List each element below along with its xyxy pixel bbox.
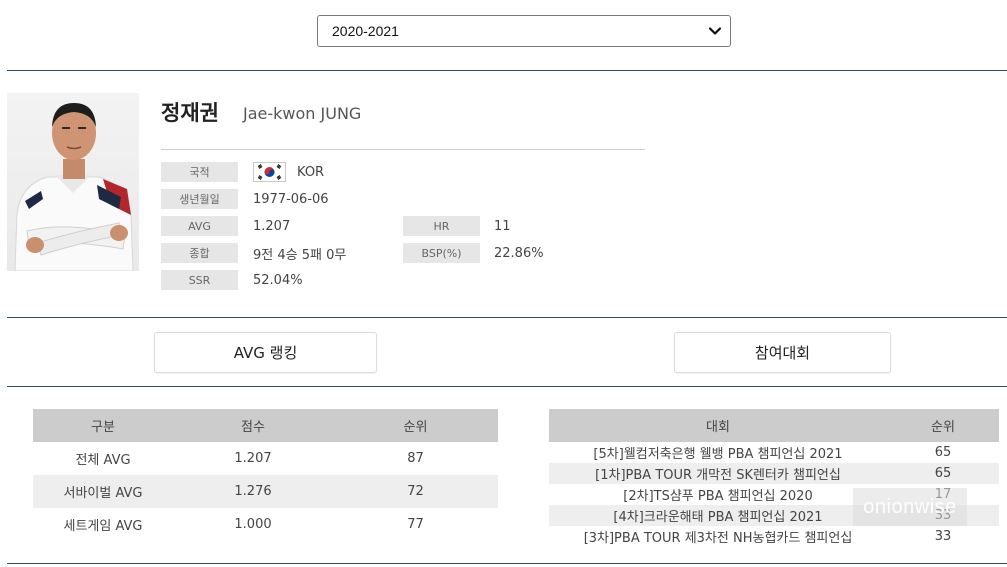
- avg-label: AVG: [161, 216, 238, 236]
- row-category: 전체 AVG: [75, 453, 131, 468]
- tournament-rank: 65: [934, 445, 952, 460]
- avg-value: 1.207: [253, 218, 291, 234]
- tournament-name: [5차]웰컴저축은행 웰뱅 PBA 챔피언십 2021: [593, 447, 843, 462]
- row-rank: 72: [407, 484, 424, 499]
- hr-label: HR: [403, 216, 480, 236]
- player-name-korean: 정재권: [161, 101, 219, 125]
- birth-label: 생년월일: [161, 189, 238, 209]
- table-row[interactable]: [3차]PBA TOUR 제3차전 NH농협카드 챔피언십 33: [549, 526, 999, 547]
- record-value: 9전 4승 5패 0무: [253, 247, 347, 263]
- player-name-english: Jae-kwon JUNG: [243, 104, 362, 123]
- table-row: 세트게임 AVG 1.000 77: [33, 508, 498, 541]
- avg-ranking-table: 구분 점수 순위 전체 AVG 1.207 87 서바이벌 AVG 1.276 …: [33, 409, 498, 541]
- header-score: 점수: [241, 420, 265, 435]
- tournament-name: [4차]크라운해태 PBA 챔피언십 2021: [613, 510, 823, 525]
- tab-tournaments[interactable]: 참여대회: [674, 332, 891, 373]
- row-rank: 87: [407, 451, 424, 466]
- table-row[interactable]: [5차]웰컴저축은행 웰뱅 PBA 챔피언십 2021 65: [549, 442, 999, 463]
- tournament-rank: 65: [934, 466, 952, 481]
- row-score: 1.000: [234, 517, 272, 532]
- tournament-name: [2차]TS샴푸 PBA 챔피언십 2020: [623, 489, 813, 504]
- hr-value: 11: [494, 218, 511, 234]
- bsp-label: BSP(%): [403, 243, 480, 263]
- tournaments-table: 대회 순위 [5차]웰컴저축은행 웰뱅 PBA 챔피언십 2021 65 [1차…: [549, 409, 999, 547]
- season-select-value: 2020-2021: [332, 23, 399, 39]
- table-header: 구분 점수 순위: [33, 409, 498, 442]
- ssr-value: 52.04%: [253, 272, 303, 288]
- player-photo: [7, 93, 139, 271]
- tournament-name: [1차]PBA TOUR 개막전 SK렌터카 챔피언십: [595, 468, 841, 483]
- header-rank: 순위: [403, 420, 428, 435]
- divider-middle: [7, 317, 1007, 318]
- nationality-value: KOR: [297, 164, 325, 180]
- row-score: 1.276: [234, 484, 272, 499]
- divider-bottom: [7, 563, 1007, 564]
- record-label: 종합: [161, 243, 238, 263]
- tournament-name: [3차]PBA TOUR 제3차전 NH농협카드 챔피언십: [583, 531, 853, 546]
- tab-avg-ranking[interactable]: AVG 랭킹: [154, 332, 377, 373]
- row-score: 1.207: [234, 451, 272, 466]
- tournament-rank: 33: [934, 529, 952, 544]
- table-row: 전체 AVG 1.207 87: [33, 442, 498, 475]
- row-rank: 77: [407, 517, 424, 532]
- season-select[interactable]: 2020-2021: [317, 15, 731, 47]
- nationality-label: 국적: [161, 162, 238, 182]
- header-tournament: 대회: [706, 420, 730, 435]
- header-rank: 순위: [931, 420, 955, 435]
- birth-value: 1977-06-06: [253, 191, 329, 207]
- watermark: onionwise: [853, 488, 967, 526]
- divider-top: [7, 70, 1007, 71]
- name-divider: [161, 149, 645, 150]
- row-category: 세트게임 AVG: [63, 519, 143, 534]
- korea-flag-icon: [253, 162, 286, 182]
- table-row: 서바이벌 AVG 1.276 72: [33, 475, 498, 508]
- divider-lower: [7, 386, 1007, 387]
- bsp-value: 22.86%: [494, 245, 544, 261]
- table-header: 대회 순위: [549, 409, 999, 442]
- ssr-label: SSR: [161, 270, 238, 290]
- table-row[interactable]: [1차]PBA TOUR 개막전 SK렌터카 챔피언십 65: [549, 463, 999, 484]
- chevron-down-icon: [708, 27, 722, 35]
- row-category: 서바이벌 AVG: [63, 486, 143, 501]
- header-category: 구분: [91, 420, 115, 435]
